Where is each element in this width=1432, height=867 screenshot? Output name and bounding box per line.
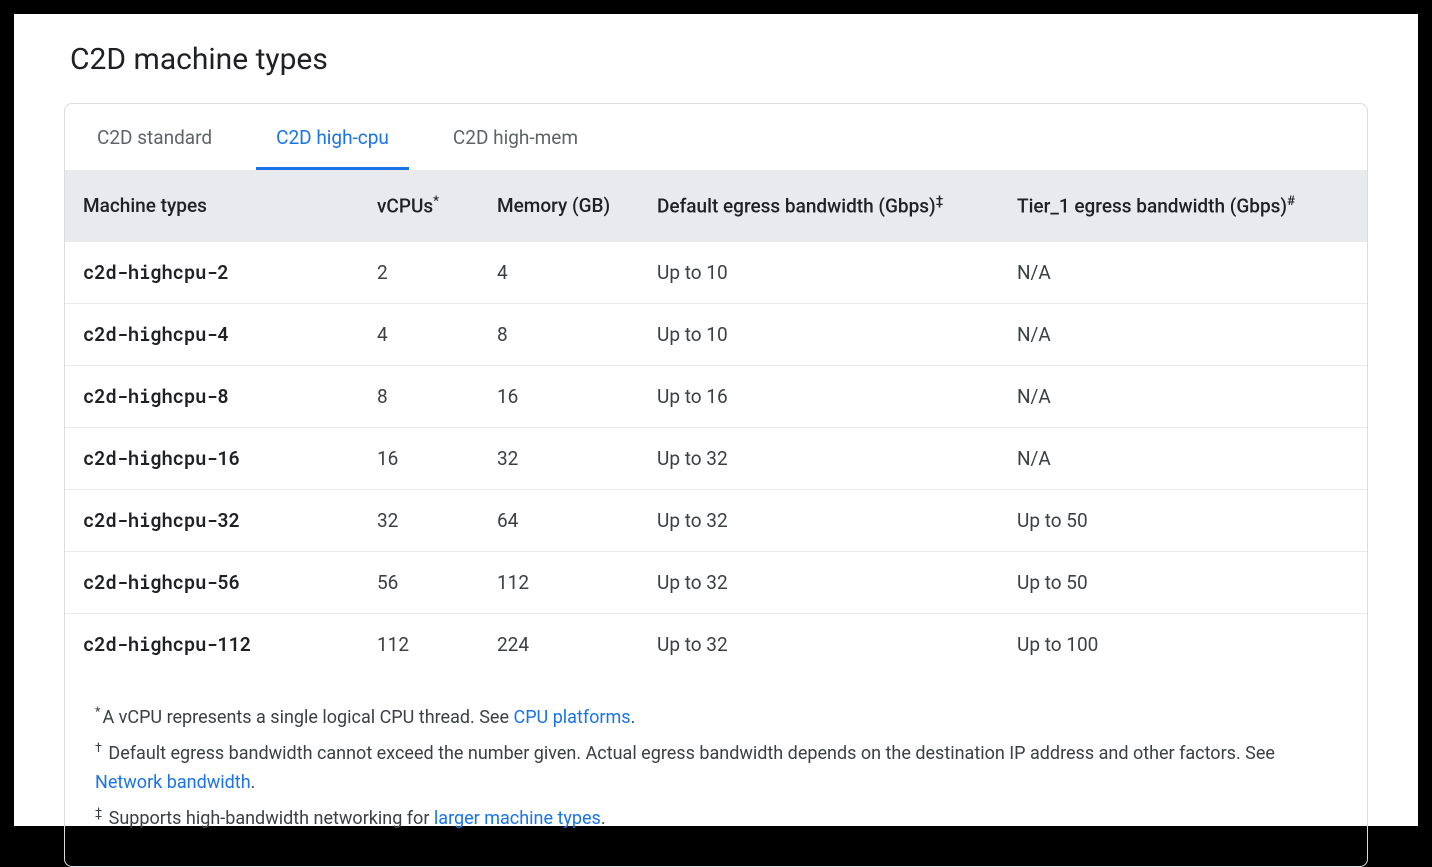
footnote-1-sup: *	[95, 705, 100, 720]
cell-memory: 32	[485, 428, 645, 490]
col-tier1-egress-label: Tier_1 egress bandwidth (Gbps)	[1017, 194, 1287, 217]
footnote-2-sup: †	[95, 741, 102, 756]
cell-name: c2d-highcpu-16	[65, 428, 365, 490]
cell-egress: Up to 32	[645, 614, 1005, 676]
footnote-1-text-a: A vCPU represents a single logical CPU t…	[102, 707, 513, 728]
col-default-egress-label: Default egress bandwidth (Gbps)	[657, 194, 936, 217]
cell-tier1: N/A	[1005, 428, 1367, 490]
col-vcpus-label: vCPUs	[377, 194, 433, 217]
machine-types-table: Machine types vCPUs* Memory (GB) Default…	[65, 170, 1367, 675]
col-tier1-egress: Tier_1 egress bandwidth (Gbps)#	[1005, 170, 1367, 242]
cell-egress: Up to 10	[645, 304, 1005, 366]
cell-egress: Up to 32	[645, 428, 1005, 490]
table-row: c2d-highcpu-32 32 64 Up to 32 Up to 50	[65, 490, 1367, 552]
cell-vcpus: 8	[365, 366, 485, 428]
cell-memory: 112	[485, 552, 645, 614]
cell-name: c2d-highcpu-56	[65, 552, 365, 614]
col-memory: Memory (GB)	[485, 170, 645, 242]
cell-name: c2d-highcpu-2	[65, 242, 365, 304]
col-default-egress-sup: ‡	[936, 194, 944, 209]
table-row: c2d-highcpu-4 4 8 Up to 10 N/A	[65, 304, 1367, 366]
cell-tier1: Up to 50	[1005, 552, 1367, 614]
footnote-3: ‡ Supports high-bandwidth networking for…	[95, 804, 1337, 834]
tab-c2d-high-mem[interactable]: C2D high-mem	[433, 104, 598, 170]
cell-tier1: N/A	[1005, 242, 1367, 304]
cell-memory: 8	[485, 304, 645, 366]
tabs: C2D standard C2D high-cpu C2D high-mem	[65, 104, 1367, 170]
table-row: c2d-highcpu-8 8 16 Up to 16 N/A	[65, 366, 1367, 428]
col-tier1-egress-sup: #	[1287, 194, 1295, 209]
table-header-row: Machine types vCPUs* Memory (GB) Default…	[65, 170, 1367, 242]
cell-vcpus: 56	[365, 552, 485, 614]
cell-vcpus: 32	[365, 490, 485, 552]
table-row: c2d-highcpu-112 112 224 Up to 32 Up to 1…	[65, 614, 1367, 676]
link-cpu-platforms[interactable]: CPU platforms	[513, 707, 630, 728]
footnote-2-text-b: .	[251, 772, 256, 793]
table-row: c2d-highcpu-56 56 112 Up to 32 Up to 50	[65, 552, 1367, 614]
footnote-2-text-a: Default egress bandwidth cannot exceed t…	[104, 743, 1275, 764]
cell-tier1: N/A	[1005, 366, 1367, 428]
col-machine-types: Machine types	[65, 170, 365, 242]
cell-egress: Up to 16	[645, 366, 1005, 428]
cell-egress: Up to 32	[645, 490, 1005, 552]
cell-tier1: Up to 100	[1005, 614, 1367, 676]
col-vcpus-sup: *	[433, 194, 439, 209]
cell-vcpus: 16	[365, 428, 485, 490]
page-title: C2D machine types	[70, 42, 1368, 77]
link-larger-machine-types[interactable]: larger machine types	[434, 808, 601, 829]
footnote-1-text-b: .	[631, 707, 636, 728]
card: C2D standard C2D high-cpu C2D high-mem M…	[64, 103, 1368, 867]
footnote-3-text-a: Supports high-bandwidth networking for	[104, 808, 434, 829]
cell-name: c2d-highcpu-32	[65, 490, 365, 552]
cell-tier1: N/A	[1005, 304, 1367, 366]
col-default-egress: Default egress bandwidth (Gbps)‡	[645, 170, 1005, 242]
tab-c2d-standard[interactable]: C2D standard	[77, 104, 232, 170]
cell-memory: 64	[485, 490, 645, 552]
table-body: c2d-highcpu-2 2 4 Up to 10 N/A c2d-highc…	[65, 242, 1367, 676]
table-row: c2d-highcpu-16 16 32 Up to 32 N/A	[65, 428, 1367, 490]
cell-name: c2d-highcpu-8	[65, 366, 365, 428]
table-row: c2d-highcpu-2 2 4 Up to 10 N/A	[65, 242, 1367, 304]
cell-egress: Up to 10	[645, 242, 1005, 304]
cell-name: c2d-highcpu-4	[65, 304, 365, 366]
cell-vcpus: 4	[365, 304, 485, 366]
cell-egress: Up to 32	[645, 552, 1005, 614]
footnote-3-text-b: .	[601, 808, 606, 829]
footnote-3-sup: ‡	[95, 806, 102, 821]
cell-vcpus: 2	[365, 242, 485, 304]
page-container: C2D machine types C2D standard C2D high-…	[14, 14, 1418, 826]
tab-c2d-high-cpu[interactable]: C2D high-cpu	[256, 104, 409, 170]
col-vcpus: vCPUs*	[365, 170, 485, 242]
cell-name: c2d-highcpu-112	[65, 614, 365, 676]
cell-tier1: Up to 50	[1005, 490, 1367, 552]
link-network-bandwidth[interactable]: Network bandwidth	[95, 772, 251, 793]
cell-memory: 16	[485, 366, 645, 428]
cell-vcpus: 112	[365, 614, 485, 676]
cell-memory: 4	[485, 242, 645, 304]
footnotes: *A vCPU represents a single logical CPU …	[65, 675, 1367, 865]
footnote-1: *A vCPU represents a single logical CPU …	[95, 703, 1337, 733]
cell-memory: 224	[485, 614, 645, 676]
footnote-2: † Default egress bandwidth cannot exceed…	[95, 739, 1337, 798]
